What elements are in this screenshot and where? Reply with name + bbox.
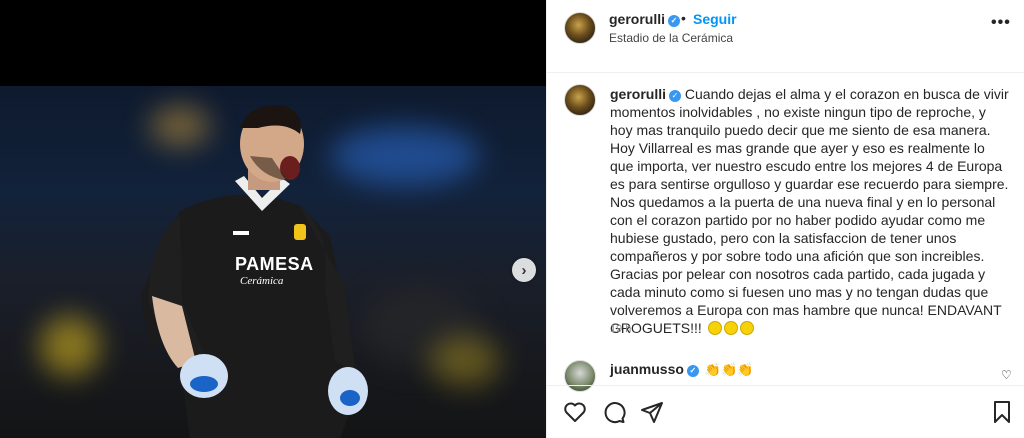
more-options-icon[interactable]: ••• [991, 14, 1011, 32]
heart-icon[interactable] [563, 400, 587, 424]
verified-badge-icon: ✓ [686, 365, 699, 377]
follow-button[interactable]: Seguir [693, 11, 737, 27]
comment-text: 👏👏👏 [704, 362, 754, 377]
instagram-post-view: PAMESA Cerámica › gerorulli ✓ • Seguir Es… [0, 0, 1024, 438]
comment-icon[interactable] [602, 400, 626, 424]
comment-like-heart-icon[interactable]: ♡ [1001, 368, 1012, 382]
yellow-circle-emoji-icon [739, 321, 754, 335]
post-photo: PAMESA Cerámica [0, 86, 546, 438]
jersey-sponsor-sub: Cerámica [240, 275, 284, 287]
share-icon[interactable] [640, 400, 664, 424]
post-location[interactable]: Estadio de la Cerámica [609, 31, 733, 45]
chevron-right-icon: › [521, 261, 527, 279]
post-header: gerorulli ✓ • Seguir Estadio de la Cerámi… [547, 0, 1024, 73]
separator-dot: • [681, 10, 686, 26]
yellow-circle-emoji-icon [707, 321, 722, 335]
post-media: PAMESA Cerámica › [0, 0, 546, 438]
next-media-button[interactable]: › [512, 258, 536, 282]
post-details-panel: gerorulli ✓ • Seguir Estadio de la Cerámi… [546, 0, 1024, 438]
post-timestamp[interactable]: 19 h [610, 323, 631, 335]
verified-badge-icon: ✓ [668, 15, 681, 27]
caption-username[interactable]: gerorulli [610, 86, 666, 102]
caption-text: Cuando dejas el alma y el corazon en bus… [610, 86, 1009, 336]
comment: juanmusso ✓ 👏👏👏 [610, 361, 753, 378]
author-username-text: gerorulli [609, 11, 666, 27]
action-bar [547, 385, 1024, 438]
verified-badge-icon: ✓ [669, 90, 682, 102]
author-username[interactable]: gerorulli ✓ [609, 11, 681, 27]
yellow-circle-emoji-icon [723, 321, 738, 335]
caption-avatar[interactable] [564, 84, 596, 116]
jersey-sponsor: PAMESA [235, 254, 314, 274]
commenter-username[interactable]: juanmusso [610, 361, 684, 377]
bookmark-icon[interactable] [990, 400, 1014, 424]
author-avatar[interactable] [564, 12, 596, 44]
post-caption: gerorulli ✓ Cuando dejas el alma y el cor… [610, 85, 1010, 337]
